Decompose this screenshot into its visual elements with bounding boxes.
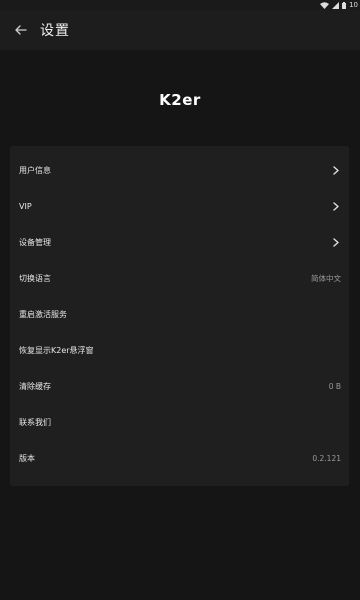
- chevron-right-icon: [331, 165, 341, 175]
- settings-row-label: 重启激活服务: [19, 309, 67, 319]
- chevron-right-icon: [331, 201, 341, 211]
- settings-row-restore-floating-window[interactable]: 恢复显示K2er悬浮窗: [10, 332, 349, 368]
- battery-icon: [342, 1, 347, 9]
- chevron-right-icon: [331, 237, 341, 247]
- settings-row-label: 版本: [19, 453, 35, 463]
- wifi-icon: [320, 1, 330, 9]
- settings-row-switch-language[interactable]: 切换语言 简体中文: [10, 260, 349, 296]
- settings-row-value: 0 B: [328, 381, 341, 391]
- settings-row-user-info[interactable]: 用户信息: [10, 152, 349, 188]
- signal-icon: [332, 1, 340, 9]
- settings-row-value: 简体中文: [311, 273, 341, 283]
- settings-row-contact-us[interactable]: 联系我们: [10, 404, 349, 440]
- app-logo: K2er: [159, 90, 201, 109]
- settings-row-clear-cache[interactable]: 清除缓存 0 B: [10, 368, 349, 404]
- settings-row-value: 0.2.121: [312, 453, 341, 463]
- status-icons: 10: [320, 0, 358, 10]
- settings-row-label: 联系我们: [19, 417, 51, 427]
- settings-row-label: 恢复显示K2er悬浮窗: [19, 345, 94, 355]
- settings-row-label: 用户信息: [19, 165, 51, 175]
- status-time: 10: [349, 1, 358, 9]
- back-button[interactable]: [10, 19, 32, 41]
- settings-row-version[interactable]: 版本 0.2.121: [10, 440, 349, 476]
- settings-row-device-management[interactable]: 设备管理: [10, 224, 349, 260]
- page-title: 设置: [40, 23, 70, 39]
- app-bar: 设置: [0, 10, 360, 50]
- settings-row-restart-activation-service[interactable]: 重启激活服务: [10, 296, 349, 332]
- settings-row-vip[interactable]: VIP: [10, 188, 349, 224]
- logo-area: K2er: [0, 50, 360, 145]
- settings-row-label: 设备管理: [19, 237, 51, 247]
- settings-list: 用户信息 VIP 设备管理 切换语言 简体中文 重启激活服务 恢复显示K2er悬浮窗 清除缓存…: [10, 146, 349, 486]
- settings-row-label: VIP: [19, 201, 32, 211]
- settings-row-label: 切换语言: [19, 273, 51, 283]
- status-bar: 10: [0, 0, 360, 10]
- arrow-left-icon: [15, 25, 27, 35]
- settings-row-label: 清除缓存: [19, 381, 51, 391]
